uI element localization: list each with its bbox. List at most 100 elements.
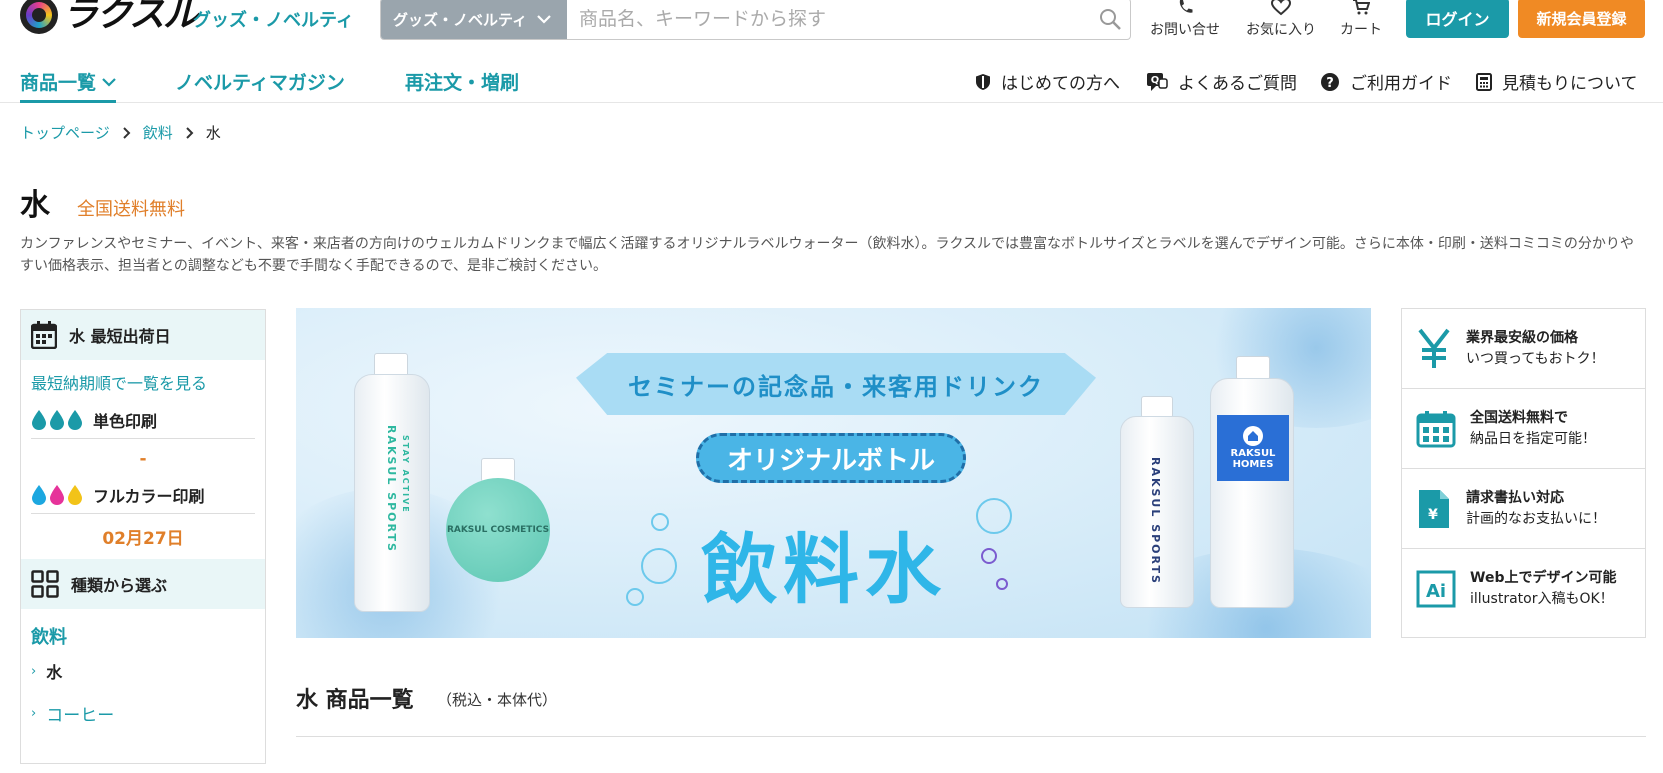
bubble: [996, 578, 1008, 590]
feature-title: 全国送料無料で: [1470, 409, 1568, 426]
site-logo[interactable]: ラクスル: [20, 0, 199, 35]
divider: [296, 736, 1646, 737]
free-shipping-badge: 全国送料無料: [77, 199, 185, 220]
shield-icon: [976, 73, 990, 90]
search-category-label: グッズ・ノベルティ: [393, 10, 528, 29]
subcategory-coffee[interactable]: › コーヒー: [31, 701, 255, 726]
ai-icon: Ai: [1416, 570, 1456, 608]
bottle-label: RAKSUL COSMETICS: [446, 525, 550, 535]
nav-link-faq[interactable]: Q よくあるご質問: [1146, 69, 1297, 94]
breadcrumb-drinks[interactable]: 飲料: [143, 122, 173, 143]
chevron-right-icon: ›: [31, 663, 37, 679]
product-list-note: （税込・本体代）: [437, 691, 558, 709]
logo-text: ラクスル: [62, 0, 199, 35]
calculator-icon: [1476, 72, 1492, 91]
bubble: [981, 548, 997, 564]
search-icon: [1100, 9, 1121, 30]
breadcrumb-current: 水: [205, 124, 221, 142]
full-color-ink-icon: [31, 484, 83, 506]
house-icon: [1243, 426, 1263, 446]
favorites-button[interactable]: お気に入り: [1246, 0, 1316, 39]
register-button[interactable]: 新規会員登録: [1518, 0, 1645, 38]
cart-icon: [1353, 0, 1370, 15]
nav-link-label: 見積もりについて: [1502, 74, 1638, 94]
banner-headline: 飲料水: [701, 525, 947, 614]
chevron-right-icon: ›: [31, 706, 37, 721]
nav-item-reorder[interactable]: 再注文・増刷: [405, 68, 519, 95]
sidebar: 水 最短出荷日 最短納期順で一覧を見る 単色印刷 - フルカラー印刷 02月27…: [20, 309, 266, 764]
bottle-cap: [1236, 356, 1270, 380]
full-color-date: 02月27日: [102, 529, 184, 549]
feature-design: Ai Web上でデザイン可能 illustrator入稿もOK！: [1402, 549, 1645, 629]
login-button[interactable]: ログイン: [1406, 0, 1509, 38]
phone-icon: [1179, 0, 1193, 13]
shipping-date-header: 水 最短出荷日: [21, 310, 265, 360]
logo-mark-icon: [20, 0, 58, 34]
search-button[interactable]: [1090, 0, 1130, 39]
contact-label: お問い合せ: [1150, 22, 1220, 38]
banner-pill: オリジナルボトル: [696, 433, 966, 483]
nav-link-beginners[interactable]: はじめての方へ: [975, 69, 1120, 94]
nav-item-products[interactable]: 商品一覧: [20, 68, 117, 103]
yen-icon: [1418, 328, 1450, 368]
feature-subtitle: illustrator入稿もOK！: [1470, 591, 1614, 607]
nav-link-estimate[interactable]: 見積もりについて: [1476, 69, 1638, 94]
nav-item-magazine[interactable]: ノベルティマガジン: [175, 68, 345, 95]
nav-link-guide[interactable]: ? ご利用ガイド: [1320, 69, 1452, 94]
contact-button[interactable]: お問い合せ: [1150, 0, 1220, 39]
shipping-date-title: 水 最短出荷日: [69, 327, 171, 346]
breadcrumb-top[interactable]: トップページ: [20, 122, 110, 143]
invoice-icon: ¥: [1419, 489, 1449, 528]
heart-icon: [1271, 0, 1291, 16]
nav-link-label: はじめての方へ: [1001, 74, 1120, 94]
svg-text:?: ?: [1326, 76, 1334, 91]
chevron-right-icon: [186, 126, 194, 139]
cart-label: カート: [1340, 22, 1382, 38]
banner-ribbon: セミナーの記念品・来客用ドリンク: [576, 353, 1096, 415]
single-color-row: 単色印刷: [31, 408, 255, 439]
category-header: 種類から選ぶ: [21, 559, 265, 609]
search-bar: グッズ・ノベルティ: [380, 0, 1131, 40]
full-color-label: フルカラー印刷: [93, 487, 205, 506]
sort-by-delivery-link[interactable]: 最短納期順で一覧を見る: [31, 370, 255, 394]
feature-title: Web上でデザイン可能: [1470, 570, 1617, 586]
search-category-select[interactable]: グッズ・ノベルティ: [381, 0, 567, 39]
question-circle-icon: ?: [1321, 72, 1339, 91]
grid-icon: [31, 570, 59, 598]
feature-panel: 業界最安級の価格 いつ買ってもおトク！ 全国送料無料で 納品日を指定可能！ ¥ …: [1401, 308, 1646, 638]
nav-item-label: 商品一覧: [20, 72, 97, 94]
bottle-sports-right: RAKSUL SPORTS: [1120, 416, 1194, 608]
chevron-down-icon: [537, 15, 551, 24]
search-input[interactable]: [567, 0, 1090, 39]
product-list-title: 水 商品一覧: [296, 688, 414, 713]
bottle-cap: [1141, 396, 1173, 418]
svg-text:Ai: Ai: [1426, 581, 1446, 602]
nav-link-label: よくあるご質問: [1178, 74, 1297, 94]
bottle-homes-label: RAKSUL HOMES: [1217, 415, 1289, 481]
logo-subtitle[interactable]: グッズ・ノベルティ: [193, 6, 354, 32]
single-color-label: 単色印刷: [93, 412, 158, 431]
promo-banner[interactable]: RAKSUL SPORTS STAY ACTIVE RAKSUL COSMETI…: [296, 308, 1371, 638]
header: ラクスル グッズ・ノベルティ グッズ・ノベルティ お問い合せ お気に入り カート…: [0, 0, 1663, 46]
feature-subtitle: 納品日を指定可能！: [1470, 430, 1596, 447]
full-color-row: フルカラー印刷: [31, 483, 255, 514]
chevron-down-icon: [102, 77, 116, 87]
feature-price: 業界最安級の価格 いつ買ってもおトク！: [1402, 309, 1645, 389]
page-title: 水: [20, 188, 50, 223]
cart-button[interactable]: カート: [1340, 0, 1382, 39]
single-color-ink-icon: [31, 409, 83, 431]
svg-text:¥: ¥: [1428, 507, 1438, 523]
bubble: [976, 498, 1012, 534]
bottle-sports-left: RAKSUL SPORTS STAY ACTIVE: [354, 374, 430, 612]
page-description: カンファレンスやセミナー、イベント、来客・来店者の方向けのウェルカムドリンクまで…: [20, 236, 1634, 274]
subcategory-label: 水: [46, 663, 63, 682]
subcategory-water[interactable]: › 水: [31, 659, 255, 683]
feature-title: 請求書払い対応: [1466, 489, 1564, 506]
category-drinks[interactable]: 飲料: [31, 623, 255, 649]
feature-subtitle: いつ買ってもおトク！: [1466, 350, 1605, 367]
feature-subtitle: 計画的なお支払いに！: [1466, 510, 1606, 527]
feature-shipping: 全国送料無料で 納品日を指定可能！: [1402, 389, 1645, 469]
favorites-label: お気に入り: [1246, 22, 1316, 38]
single-color-date: -: [139, 449, 147, 469]
banner-ribbon-text: セミナーの記念品・来客用ドリンク: [628, 372, 1044, 401]
